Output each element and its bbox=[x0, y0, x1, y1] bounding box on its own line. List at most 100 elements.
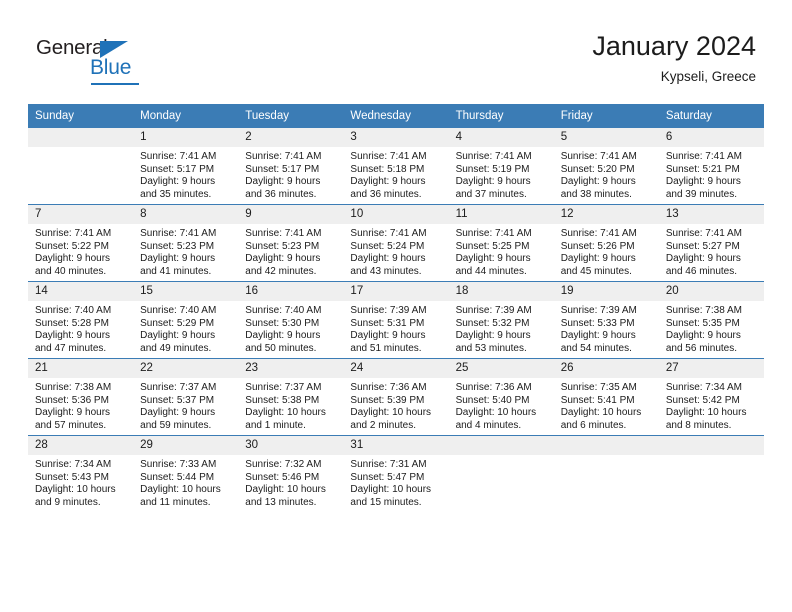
day-sunrise-text: Sunrise: 7:36 AM bbox=[455, 382, 532, 393]
calendar-day-cell[interactable]: 8 Sunrise: 7:41 AM Sunset: 5:23 PM Daylight… bbox=[133, 204, 239, 282]
day-daylight-line2-text: and 51 minutes. bbox=[350, 342, 422, 354]
day-daylight-line2-text: and 13 minutes. bbox=[245, 496, 317, 508]
day-number: 29 bbox=[133, 436, 239, 455]
day-daylight-line1-text: Daylight: 10 hours bbox=[560, 407, 642, 419]
calendar-week-row: 1 Sunrise: 7:41 AM Sunset: 5:17 PM Daylight… bbox=[28, 127, 764, 205]
calendar-day-cell[interactable]: 10 Sunrise: 7:41 AM Sunset: 5:24 PM Dayligh… bbox=[343, 204, 449, 282]
day-sunrise-text: Sunrise: 7:33 AM bbox=[140, 459, 217, 470]
day-sunset-text: Sunset: 5:19 PM bbox=[455, 163, 530, 175]
day-sun-info: Sunrise: 7:41 AM Sunset: 5:19 PM Daylight:… bbox=[449, 147, 554, 201]
calendar-day-cell[interactable]: 14 Sunrise: 7:40 AM Sunset: 5:28 PM Dayligh… bbox=[28, 281, 134, 359]
day-sun-info: Sunrise: 7:41 AM Sunset: 5:23 PM Daylight:… bbox=[133, 224, 238, 278]
day-daylight-line2-text: and 40 minutes. bbox=[35, 265, 107, 277]
calendar-day-cell[interactable]: 2 Sunrise: 7:41 AM Sunset: 5:17 PM Daylight… bbox=[238, 127, 344, 205]
day-sun-info: Sunrise: 7:35 AM Sunset: 5:41 PM Daylight:… bbox=[554, 378, 659, 432]
day-number: 12 bbox=[553, 205, 659, 224]
page-header: General Blue January 2024 Kypseli, Greec… bbox=[0, 0, 792, 104]
day-number: 14 bbox=[28, 282, 134, 301]
calendar-day-cell[interactable]: 28 Sunrise: 7:34 AM Sunset: 5:43 PM Dayligh… bbox=[28, 435, 134, 512]
day-sunrise-text: Sunrise: 7:39 AM bbox=[455, 305, 532, 316]
calendar-day-cell[interactable]: 4 Sunrise: 7:41 AM Sunset: 5:19 PM Daylight… bbox=[448, 127, 554, 205]
calendar-day-cell[interactable]: 31 Sunrise: 7:31 AM Sunset: 5:47 PM Dayligh… bbox=[343, 435, 449, 512]
calendar-day-cell[interactable]: 7 Sunrise: 7:41 AM Sunset: 5:22 PM Daylight… bbox=[28, 204, 134, 282]
day-sunset-text: Sunset: 5:23 PM bbox=[245, 240, 320, 252]
calendar-day-cell[interactable]: 6 Sunrise: 7:41 AM Sunset: 5:21 PM Daylight… bbox=[658, 127, 764, 205]
weekday-header-wednesday: Wednesday bbox=[343, 104, 449, 128]
day-daylight-line2-text: and 46 minutes. bbox=[665, 265, 738, 277]
day-number: 10 bbox=[343, 205, 449, 224]
day-sunrise-text: Sunrise: 7:41 AM bbox=[455, 151, 532, 162]
calendar-day-cell[interactable]: 19 Sunrise: 7:39 AM Sunset: 5:33 PM Dayligh… bbox=[553, 281, 659, 359]
day-sunset-text: Sunset: 5:17 PM bbox=[245, 163, 320, 175]
day-daylight-line2-text: and 38 minutes. bbox=[560, 188, 632, 200]
calendar-day-cell[interactable]: 17 Sunrise: 7:39 AM Sunset: 5:31 PM Dayligh… bbox=[343, 281, 449, 359]
day-daylight-line1-text: Daylight: 9 hours bbox=[140, 253, 216, 265]
day-sun-info: Sunrise: 7:39 AM Sunset: 5:33 PM Daylight:… bbox=[554, 301, 659, 355]
day-number: 7 bbox=[28, 205, 134, 224]
day-number bbox=[448, 436, 554, 455]
calendar-day-cell[interactable]: 26 Sunrise: 7:35 AM Sunset: 5:41 PM Dayligh… bbox=[553, 358, 659, 436]
day-daylight-line1-text: Daylight: 9 hours bbox=[350, 176, 426, 188]
day-daylight-line2-text: and 47 minutes. bbox=[35, 342, 107, 354]
day-daylight-line1-text: Daylight: 9 hours bbox=[560, 176, 636, 188]
day-number bbox=[553, 436, 659, 455]
day-sunset-text: Sunset: 5:38 PM bbox=[245, 394, 320, 406]
day-daylight-line1-text: Daylight: 9 hours bbox=[245, 253, 321, 265]
day-sunset-text: Sunset: 5:21 PM bbox=[665, 163, 740, 175]
day-sun-info: Sunrise: 7:41 AM Sunset: 5:22 PM Daylight:… bbox=[28, 224, 133, 278]
day-sunrise-text: Sunrise: 7:41 AM bbox=[455, 228, 532, 239]
day-number: 6 bbox=[658, 128, 764, 147]
day-sunrise-text: Sunrise: 7:41 AM bbox=[245, 151, 322, 162]
calendar-day-cell[interactable]: 3 Sunrise: 7:41 AM Sunset: 5:18 PM Daylight… bbox=[343, 127, 449, 205]
day-sunset-text: Sunset: 5:25 PM bbox=[455, 240, 530, 252]
calendar-day-cell[interactable]: 25 Sunrise: 7:36 AM Sunset: 5:40 PM Dayligh… bbox=[448, 358, 554, 436]
day-sun-info: Sunrise: 7:41 AM Sunset: 5:17 PM Daylight:… bbox=[238, 147, 343, 201]
day-sun-info: Sunrise: 7:40 AM Sunset: 5:30 PM Daylight:… bbox=[238, 301, 343, 355]
day-sun-info: Sunrise: 7:36 AM Sunset: 5:40 PM Daylight:… bbox=[449, 378, 554, 432]
calendar-day-cell[interactable]: 12 Sunrise: 7:41 AM Sunset: 5:26 PM Dayligh… bbox=[553, 204, 659, 282]
day-sunrise-text: Sunrise: 7:31 AM bbox=[350, 459, 427, 470]
day-daylight-line1-text: Daylight: 9 hours bbox=[455, 176, 531, 188]
day-sunrise-text: Sunrise: 7:39 AM bbox=[350, 305, 427, 316]
day-daylight-line2-text: and 9 minutes. bbox=[35, 496, 101, 508]
day-sunrise-text: Sunrise: 7:41 AM bbox=[140, 151, 217, 162]
day-sun-info: Sunrise: 7:38 AM Sunset: 5:36 PM Daylight:… bbox=[28, 378, 133, 432]
day-daylight-line1-text: Daylight: 9 hours bbox=[665, 253, 741, 265]
calendar-day-cell[interactable]: 16 Sunrise: 7:40 AM Sunset: 5:30 PM Dayligh… bbox=[238, 281, 344, 359]
day-sun-info: Sunrise: 7:37 AM Sunset: 5:37 PM Daylight:… bbox=[133, 378, 238, 432]
day-daylight-line2-text: and 37 minutes. bbox=[455, 188, 527, 200]
calendar-day-cell[interactable]: 13 Sunrise: 7:41 AM Sunset: 5:27 PM Dayligh… bbox=[658, 204, 764, 282]
calendar-day-cell[interactable]: 21 Sunrise: 7:38 AM Sunset: 5:36 PM Dayligh… bbox=[28, 358, 134, 436]
calendar-day-cell[interactable]: 9 Sunrise: 7:41 AM Sunset: 5:23 PM Daylight… bbox=[238, 204, 344, 282]
calendar-day-cell[interactable]: 15 Sunrise: 7:40 AM Sunset: 5:29 PM Dayligh… bbox=[133, 281, 239, 359]
calendar-grid: Sunday Monday Tuesday Wednesday Thursday Frid… bbox=[28, 104, 764, 512]
calendar-day-cell[interactable]: 20 Sunrise: 7:38 AM Sunset: 5:35 PM Dayligh… bbox=[658, 281, 764, 359]
calendar-day-cell[interactable]: 22 Sunrise: 7:37 AM Sunset: 5:37 PM Dayligh… bbox=[133, 358, 239, 436]
day-sun-info: Sunrise: 7:41 AM Sunset: 5:20 PM Daylight:… bbox=[554, 147, 659, 201]
calendar-day-cell[interactable]: 27 Sunrise: 7:34 AM Sunset: 5:42 PM Dayligh… bbox=[658, 358, 764, 436]
calendar-day-cell[interactable]: 24 Sunrise: 7:36 AM Sunset: 5:39 PM Dayligh… bbox=[343, 358, 449, 436]
day-daylight-line1-text: Daylight: 9 hours bbox=[140, 407, 216, 419]
calendar-day-cell[interactable]: 1 Sunrise: 7:41 AM Sunset: 5:17 PM Daylight… bbox=[133, 127, 239, 205]
calendar-empty-cell bbox=[658, 435, 764, 512]
day-daylight-line1-text: Daylight: 9 hours bbox=[35, 330, 111, 342]
day-sun-info: Sunrise: 7:34 AM Sunset: 5:43 PM Daylight:… bbox=[28, 455, 133, 509]
day-number: 27 bbox=[658, 359, 764, 378]
day-number: 1 bbox=[133, 128, 239, 147]
day-number: 30 bbox=[238, 436, 344, 455]
day-sunrise-text: Sunrise: 7:32 AM bbox=[245, 459, 322, 470]
calendar-day-cell[interactable]: 18 Sunrise: 7:39 AM Sunset: 5:32 PM Dayligh… bbox=[448, 281, 554, 359]
day-daylight-line2-text: and 57 minutes. bbox=[35, 419, 107, 431]
day-sun-info: Sunrise: 7:41 AM Sunset: 5:21 PM Daylight:… bbox=[659, 147, 764, 201]
calendar-day-cell[interactable]: 29 Sunrise: 7:33 AM Sunset: 5:44 PM Dayligh… bbox=[133, 435, 239, 512]
day-number: 21 bbox=[28, 359, 134, 378]
day-daylight-line2-text: and 39 minutes. bbox=[665, 188, 738, 200]
day-daylight-line2-text: and 56 minutes. bbox=[665, 342, 738, 354]
day-number: 4 bbox=[448, 128, 554, 147]
calendar-day-cell[interactable]: 5 Sunrise: 7:41 AM Sunset: 5:20 PM Daylight… bbox=[553, 127, 659, 205]
day-number: 23 bbox=[238, 359, 344, 378]
day-sunrise-text: Sunrise: 7:37 AM bbox=[140, 382, 217, 393]
calendar-day-cell[interactable]: 30 Sunrise: 7:32 AM Sunset: 5:46 PM Dayligh… bbox=[238, 435, 344, 512]
calendar-day-cell[interactable]: 23 Sunrise: 7:37 AM Sunset: 5:38 PM Dayligh… bbox=[238, 358, 344, 436]
calendar-day-cell[interactable]: 11 Sunrise: 7:41 AM Sunset: 5:25 PM Dayligh… bbox=[448, 204, 554, 282]
